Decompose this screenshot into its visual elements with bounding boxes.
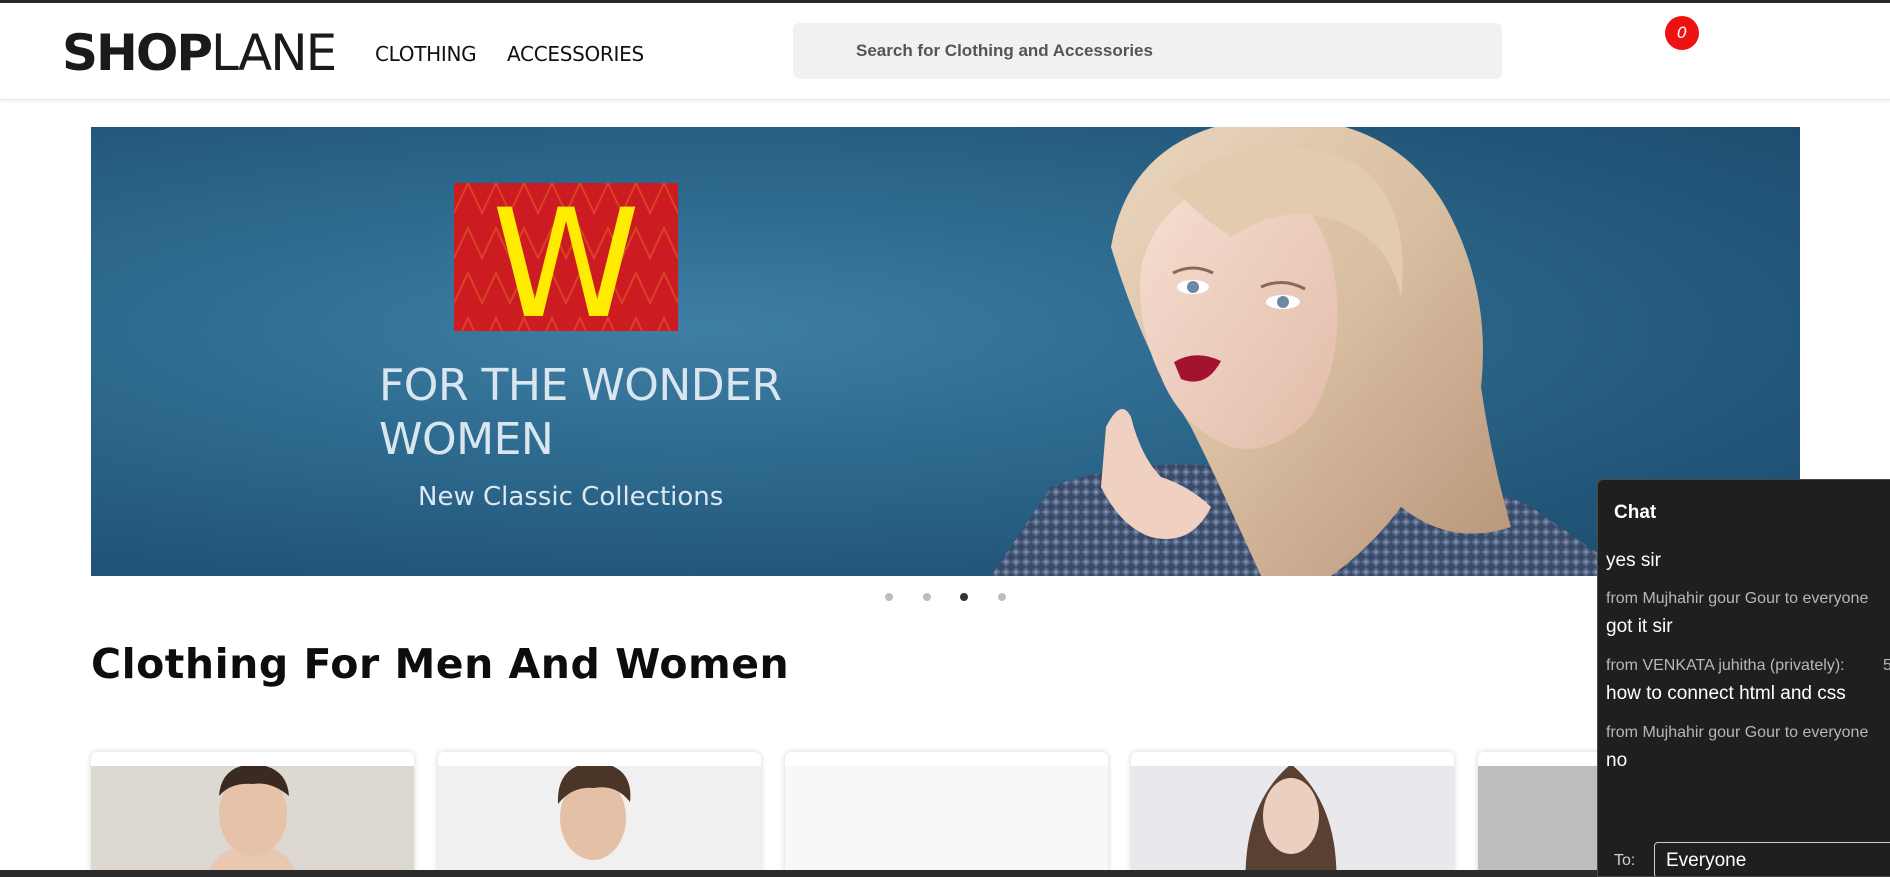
chat-panel[interactable]: Chat yes sir from Mujhahir gour Gour to … — [1597, 479, 1890, 877]
w-logo-letter: W — [492, 183, 640, 331]
product-image-man-black — [438, 766, 761, 877]
shoplane-logo[interactable]: SHOPLANE — [62, 23, 337, 83]
search-input[interactable] — [793, 23, 1502, 79]
logo-bold-text: SHOP — [62, 24, 213, 82]
chat-message-text: yes sir — [1606, 550, 1661, 571]
carousel-dot-3[interactable] — [960, 593, 968, 601]
w-brand-logo: W — [454, 183, 678, 331]
chat-message-meta: from Mujhahir gour Gour to everyone — [1606, 724, 1869, 741]
section-title: Clothing For Men And Women — [91, 640, 790, 688]
chat-message-meta-extra: 5 — [1883, 657, 1890, 675]
hero-subheading: New Classic Collections — [418, 482, 724, 512]
logo-light-text: LANE — [211, 24, 337, 82]
product-card[interactable] — [785, 752, 1108, 877]
chat-message-text: how to connect html and css — [1606, 683, 1846, 704]
chat-recipient-select[interactable]: Everyone — [1654, 842, 1890, 876]
product-image-man-grey — [91, 766, 414, 877]
chat-message-text: no — [1606, 750, 1628, 771]
hero-banner[interactable]: W FOR THE WONDER WOMEN New Classic Colle… — [91, 127, 1800, 576]
chat-title: Chat — [1614, 502, 1657, 523]
product-card[interactable] — [438, 752, 761, 877]
w-logo-pattern: W — [454, 183, 678, 331]
product-card[interactable] — [91, 752, 414, 877]
chat-message-meta: from VENKATA juhitha (privately): — [1606, 657, 1845, 674]
carousel-dot-2[interactable] — [923, 593, 931, 601]
product-image-woman — [1131, 766, 1454, 877]
nav-clothing-link[interactable]: CLOTHING — [375, 41, 477, 67]
product-card[interactable] — [1131, 752, 1454, 877]
site-header: SHOPLANE CLOTHING ACCESSORIES 0 — [0, 3, 1890, 100]
product-image-blank — [785, 766, 1108, 877]
carousel-dot-1[interactable] — [885, 593, 893, 601]
carousel-dot-4[interactable] — [998, 593, 1006, 601]
chat-message-text: got it sir — [1606, 616, 1673, 637]
hero-heading: FOR THE WONDER WOMEN — [379, 360, 782, 465]
nav-accessories-link[interactable]: ACCESSORIES — [507, 41, 644, 67]
chat-to-label: To: — [1614, 852, 1636, 869]
chat-message-meta: from Mujhahir gour Gour to everyone — [1606, 590, 1869, 607]
search-bar — [793, 23, 1502, 79]
cart-count-badge[interactable]: 0 — [1665, 16, 1699, 50]
